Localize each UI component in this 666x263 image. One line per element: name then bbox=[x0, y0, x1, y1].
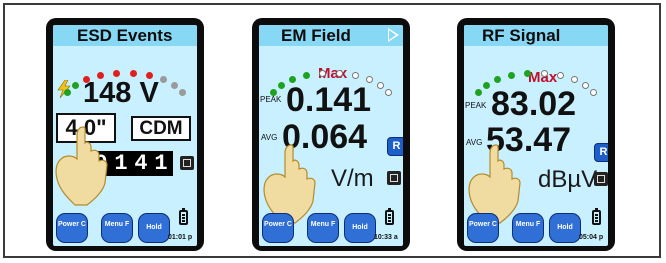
level-dot bbox=[129, 70, 137, 77]
level-dot bbox=[277, 81, 285, 89]
screen-title-bar: RF Signal bbox=[464, 25, 608, 46]
peak-label: PEAK bbox=[465, 101, 487, 110]
level-dot bbox=[113, 70, 121, 77]
peak-value: 83.02 bbox=[491, 85, 577, 123]
level-dot bbox=[570, 76, 578, 84]
level-dot bbox=[63, 88, 71, 96]
menu-button[interactable]: Menu F bbox=[101, 213, 133, 243]
pointing-hand-icon bbox=[55, 126, 108, 206]
power-button-label: Power C bbox=[57, 221, 86, 228]
reset-icon[interactable] bbox=[594, 172, 608, 186]
unit-label: V/m bbox=[331, 165, 374, 192]
peak-label: PEAK bbox=[260, 95, 282, 104]
level-dot bbox=[145, 72, 153, 80]
power-button-label: Power C bbox=[263, 221, 292, 228]
menu-button[interactable]: Menu F bbox=[307, 213, 339, 243]
hold-button[interactable]: Hold bbox=[344, 213, 376, 243]
level-dot bbox=[303, 72, 311, 80]
device-screen: EM Field Max PEAK 0.141 AVG 0.064 R V/m … bbox=[259, 25, 403, 246]
screen-title-bar: EM Field bbox=[259, 25, 403, 46]
battery-icon bbox=[179, 208, 188, 225]
play-icon[interactable] bbox=[388, 28, 399, 42]
device-esd-events: ESD Events 148 V 4.0" CDM 0141 Power C M… bbox=[46, 18, 204, 251]
level-dot bbox=[269, 88, 277, 96]
mode-field[interactable]: CDM bbox=[131, 116, 191, 141]
hold-button-label: Hold bbox=[146, 224, 162, 231]
peak-value: 0.141 bbox=[286, 81, 372, 119]
level-dot bbox=[494, 76, 502, 84]
power-button[interactable]: Power C bbox=[262, 213, 294, 243]
avg-label: AVG bbox=[261, 133, 278, 142]
menu-button-label: Menu F bbox=[310, 221, 336, 228]
reading-value: 148 V bbox=[83, 77, 159, 109]
clock-time: 01:01 p bbox=[168, 234, 193, 241]
hold-button-label: Hold bbox=[352, 224, 368, 231]
device-screen: RF Signal Max PEAK 83.02 AVG 53.47 R dBµ… bbox=[464, 25, 608, 246]
screen-title-bar: ESD Events bbox=[53, 25, 197, 46]
level-dot bbox=[365, 76, 373, 84]
level-dot bbox=[590, 88, 598, 96]
hold-button-label: Hold bbox=[557, 224, 573, 231]
level-dot bbox=[508, 72, 516, 80]
device-em-field: EM Field Max PEAK 0.141 AVG 0.064 R V/m … bbox=[252, 18, 410, 251]
level-dot bbox=[540, 70, 548, 77]
level-dot bbox=[159, 76, 167, 84]
hold-button[interactable]: Hold bbox=[549, 213, 581, 243]
device-rf-signal: RF Signal Max PEAK 83.02 AVG 53.47 R dBµ… bbox=[457, 18, 615, 251]
screen-title: EM Field bbox=[281, 26, 351, 45]
clock-time: 05:04 p bbox=[579, 234, 604, 241]
level-dot bbox=[351, 72, 359, 80]
range-button[interactable]: R bbox=[387, 137, 403, 156]
counter-digit: 4 bbox=[134, 151, 148, 176]
counter-digit: 1 bbox=[114, 151, 128, 176]
power-button[interactable]: Power C bbox=[467, 213, 499, 243]
level-dot bbox=[377, 81, 385, 89]
screen-title: RF Signal bbox=[482, 26, 561, 45]
menu-button-label: Menu F bbox=[104, 221, 130, 228]
range-button[interactable]: R bbox=[594, 143, 608, 162]
device-screen: ESD Events 148 V 4.0" CDM 0141 Power C M… bbox=[53, 25, 197, 246]
power-button-label: Power C bbox=[468, 221, 497, 228]
screen-title: ESD Events bbox=[77, 26, 173, 45]
reset-icon[interactable] bbox=[180, 156, 194, 170]
hold-button[interactable]: Hold bbox=[138, 213, 170, 243]
unit-label: dBµV bbox=[538, 166, 598, 193]
counter-digit: 1 bbox=[154, 151, 168, 176]
level-dot bbox=[71, 81, 79, 89]
level-dot bbox=[179, 88, 187, 96]
figure-frame: ESD Events 148 V 4.0" CDM 0141 Power C M… bbox=[3, 3, 661, 258]
reset-icon[interactable] bbox=[387, 171, 401, 185]
level-dot bbox=[335, 70, 343, 77]
level-dot bbox=[385, 88, 393, 96]
battery-icon bbox=[385, 208, 394, 225]
level-dot bbox=[482, 81, 490, 89]
level-dot bbox=[474, 88, 482, 96]
level-dot bbox=[556, 72, 564, 80]
battery-icon bbox=[592, 208, 601, 225]
clock-time: 10:33 a bbox=[374, 234, 398, 241]
level-dot bbox=[582, 81, 590, 89]
power-button[interactable]: Power C bbox=[56, 213, 88, 243]
menu-button[interactable]: Menu F bbox=[512, 213, 544, 243]
menu-button-label: Menu F bbox=[515, 221, 541, 228]
level-dot bbox=[171, 81, 179, 89]
